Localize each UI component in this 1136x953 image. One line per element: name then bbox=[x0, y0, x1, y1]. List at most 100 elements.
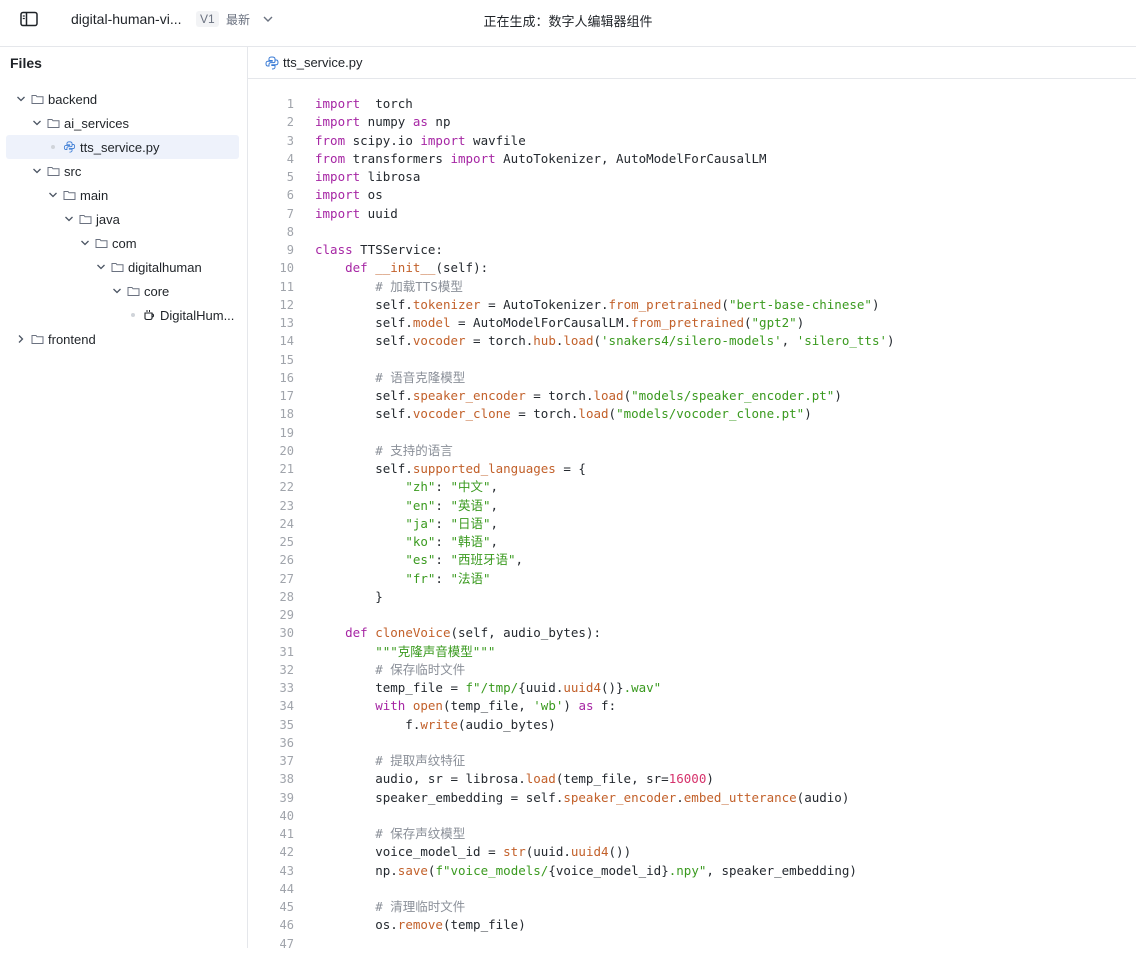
code-text: self.supported_languages = { bbox=[315, 460, 586, 478]
code-token: open bbox=[412, 698, 443, 714]
code-token: f"/tmp/ bbox=[465, 680, 519, 695]
code-token: "韩语" bbox=[450, 534, 491, 549]
line-number: 8 bbox=[286, 224, 294, 239]
tree-item-backend[interactable]: backend bbox=[0, 87, 247, 111]
chevron-down-icon[interactable] bbox=[63, 213, 75, 225]
folder-icon bbox=[31, 95, 44, 104]
code-token: hub bbox=[533, 333, 556, 349]
line-number: 39 bbox=[279, 790, 294, 805]
chevron-down-icon[interactable] bbox=[31, 117, 43, 129]
code-line: 25 "ko": "韩语", bbox=[248, 533, 1136, 551]
chevron-down-icon[interactable] bbox=[111, 285, 123, 297]
code-line: 5 import librosa bbox=[248, 168, 1136, 186]
code-token: tokenizer bbox=[412, 296, 481, 312]
code-text: # 保存临时文件 bbox=[315, 661, 465, 679]
project-name[interactable]: digital-human-vi... bbox=[71, 11, 182, 27]
code-token: speaker_encoder bbox=[412, 388, 526, 403]
code-line: 46 os.remove(temp_file) bbox=[248, 916, 1136, 934]
tree-item-core[interactable]: core bbox=[0, 279, 247, 303]
code-line: 23 "en": "英语", bbox=[248, 497, 1136, 515]
code-line: 47 bbox=[248, 935, 1136, 953]
code-text: voice_model_id = str(uuid.uuid4()) bbox=[315, 843, 631, 861]
code-token: # 支持的语言 bbox=[375, 442, 453, 458]
code-token: = AutoTokenizer. bbox=[480, 296, 609, 312]
code-token: # 提取声纹特征 bbox=[375, 753, 466, 768]
code-token: "法语" bbox=[450, 570, 491, 586]
code-token: : bbox=[435, 497, 451, 513]
code-line: 13 self.model = AutoModelForCausalLM.fro… bbox=[248, 314, 1136, 332]
code-token: = { bbox=[555, 461, 586, 476]
code-token: , bbox=[490, 479, 499, 495]
code-token: f: bbox=[593, 698, 617, 714]
code-text: temp_file = f"/tmp/{uuid.uuid4()}.wav" bbox=[315, 679, 661, 697]
code-token: : bbox=[435, 479, 451, 495]
chevron-down-icon[interactable] bbox=[262, 13, 274, 25]
latest-label: 最新 bbox=[226, 13, 251, 27]
line-number: 17 bbox=[279, 389, 294, 403]
tree-item-frontend[interactable]: frontend bbox=[0, 327, 247, 351]
code-line: 34 with open(temp_file, 'wb') as f: bbox=[248, 697, 1136, 715]
code-token: , bbox=[781, 333, 797, 349]
code-area[interactable]: 1 import torch 2 import numpy as np 3 from sc… bbox=[248, 95, 1136, 953]
code-line: 14 self.vocoder = torch.hub.load('snaker… bbox=[248, 332, 1136, 350]
code-line: 39 speaker_embedding = self.speaker_enco… bbox=[248, 789, 1136, 807]
code-token: AutoTokenizer, AutoModelForCausalLM bbox=[495, 150, 767, 166]
code-line: 31 """克隆声音模型""" bbox=[248, 643, 1136, 661]
code-line: 19 bbox=[248, 424, 1136, 442]
line-number: 16 bbox=[279, 370, 294, 385]
code-text: def cloneVoice(self, audio_bytes): bbox=[315, 624, 601, 642]
tab-tts-service[interactable]: tts_service.py bbox=[265, 55, 362, 70]
code-token: 'snakers4/silero-models' bbox=[601, 333, 782, 349]
chevron-right-icon[interactable] bbox=[15, 333, 27, 345]
code-token: load bbox=[578, 406, 609, 422]
code-token: 16000 bbox=[668, 771, 707, 787]
code-text: f.write(audio_bytes) bbox=[315, 716, 556, 734]
tree-leaf-dot bbox=[51, 145, 55, 149]
chevron-down-icon[interactable] bbox=[95, 261, 107, 273]
tree-item-digitalhuman[interactable]: digitalhuman bbox=[0, 255, 247, 279]
code-token: # 保存声纹模型 bbox=[375, 826, 466, 841]
chevron-down-icon[interactable] bbox=[47, 189, 59, 201]
code-token: from bbox=[315, 132, 346, 148]
code-token: import bbox=[315, 169, 361, 184]
tree-item-ai-services[interactable]: ai_services bbox=[0, 111, 247, 135]
line-number: 34 bbox=[279, 699, 294, 714]
code-text: from transformers import AutoTokenizer, … bbox=[315, 150, 767, 168]
code-line: 38 audio, sr = librosa.load(temp_file, s… bbox=[248, 770, 1136, 788]
code-token: (temp_file, bbox=[442, 698, 534, 714]
chevron-down-icon[interactable] bbox=[79, 237, 91, 249]
code-token: .npy" bbox=[668, 862, 707, 878]
code-line: 16 # 语音克隆模型 bbox=[248, 369, 1136, 387]
code-token: "bert-base-chinese" bbox=[728, 296, 872, 312]
sidebar-toggle-icon[interactable] bbox=[20, 11, 38, 27]
code-token: ) bbox=[871, 296, 880, 312]
code-token: "fr" bbox=[405, 570, 436, 586]
tree-item-tts-service-py[interactable]: tts_service.py bbox=[6, 135, 239, 159]
code-token: torch bbox=[360, 96, 413, 111]
code-token: audio, sr = librosa. bbox=[315, 771, 526, 787]
tree-item-java[interactable]: java bbox=[0, 207, 247, 231]
code-line: 32 # 保存临时文件 bbox=[248, 661, 1136, 679]
tree-item-src[interactable]: src bbox=[0, 159, 247, 183]
folder-icon bbox=[47, 119, 60, 128]
line-number: 4 bbox=[286, 151, 294, 166]
code-token: "中文" bbox=[450, 479, 491, 495]
code-line: 33 temp_file = f"/tmp/{uuid.uuid4()}.wav… bbox=[248, 679, 1136, 697]
tree-item-label: backend bbox=[48, 91, 98, 107]
code-token: "西班牙语" bbox=[450, 552, 516, 568]
tree-item-com[interactable]: com bbox=[0, 231, 247, 255]
tree-item-main[interactable]: main bbox=[0, 183, 247, 207]
tree-item-digitalhum[interactable]: DigitalHum... bbox=[0, 303, 247, 327]
chevron-down-icon[interactable] bbox=[31, 165, 43, 177]
code-line: 7 import uuid bbox=[248, 205, 1136, 223]
chevron-down-icon[interactable] bbox=[15, 93, 27, 105]
code-token: : bbox=[435, 552, 451, 568]
tree-item-label: frontend bbox=[48, 331, 96, 347]
code-text: "es": "西班牙语", bbox=[315, 551, 523, 569]
code-line: 18 self.vocoder_clone = torch.load("mode… bbox=[248, 405, 1136, 423]
